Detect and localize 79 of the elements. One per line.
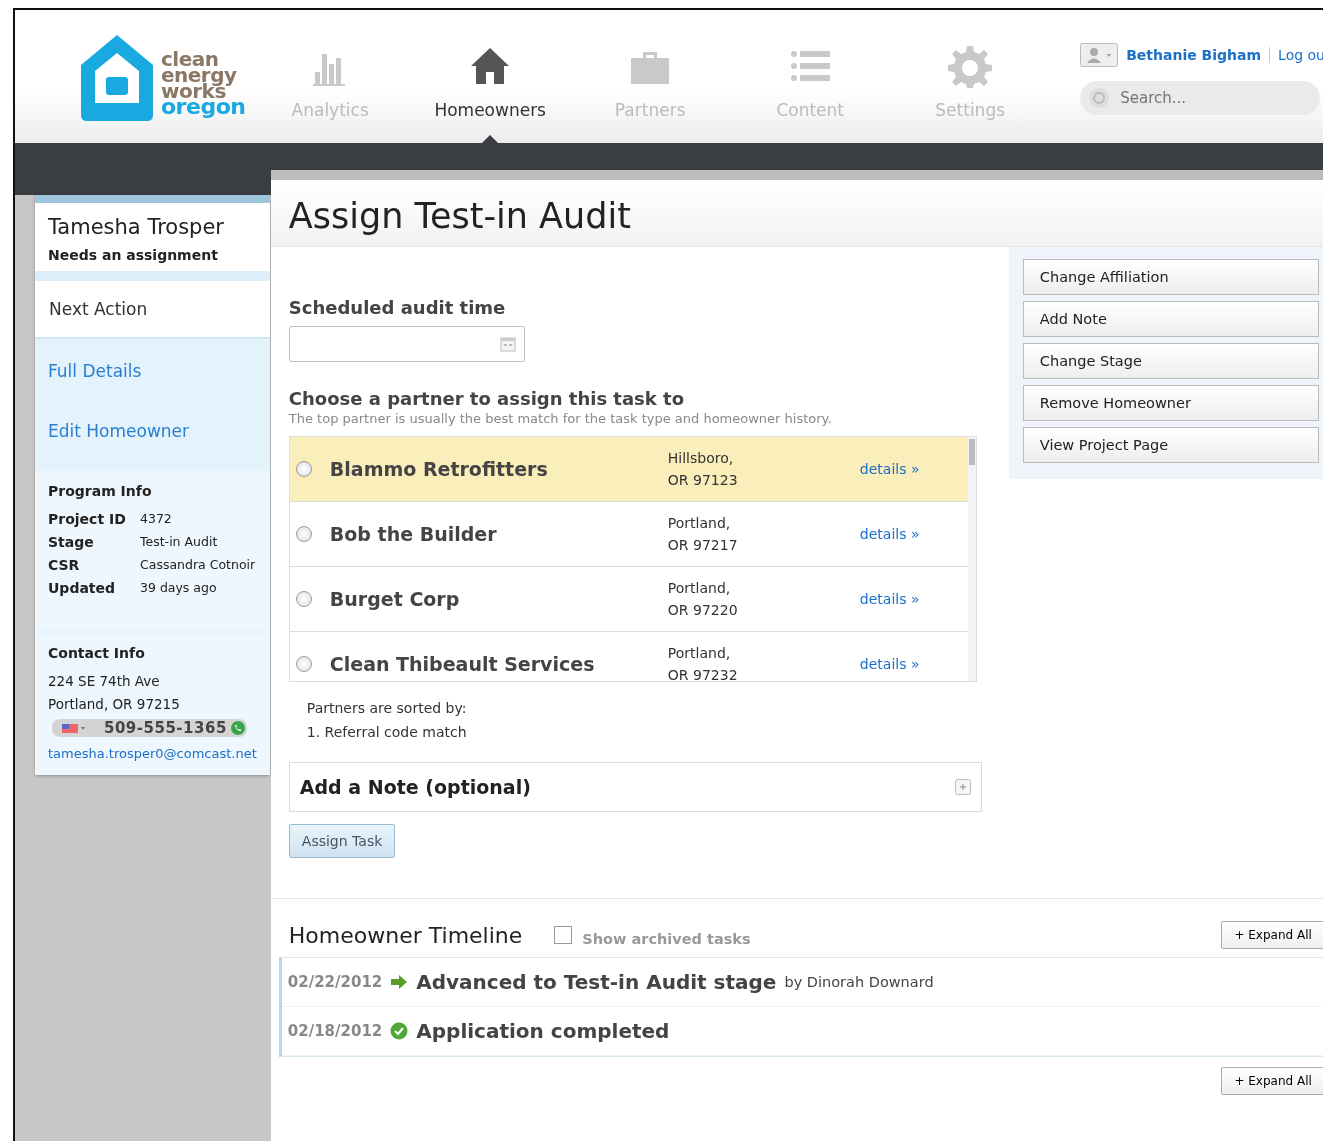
timeline-title: Homeowner Timeline (288, 922, 523, 948)
info-label: Updated (48, 580, 117, 596)
logo-text: clean (161, 50, 220, 67)
partner-row[interactable]: Blammo Retrofitters Hillsboro, OR 97123 details » (289, 437, 968, 502)
info-label: CSR (48, 557, 81, 573)
details-link[interactable]: details » (859, 591, 920, 607)
sidebar-link[interactable]: Edit Homeowner (48, 421, 257, 441)
user-name-link[interactable]: Bethanie Bigham (1126, 47, 1262, 63)
status-text: Needs an assignment (48, 247, 219, 263)
action-button[interactable]: Change Affiliation (1022, 259, 1319, 295)
section-title: Choose a partner to assign this task to (288, 388, 686, 409)
assign-task-button[interactable]: Assign Task (288, 824, 396, 858)
logout-link[interactable]: Log ou (1269, 47, 1323, 63)
phone-number: 509-555-1365 (103, 719, 227, 737)
note-panel[interactable]: Add a Note (optional) (288, 762, 982, 812)
note-title: Add a Note (optional) (299, 776, 531, 798)
info-label: Stage (48, 534, 95, 550)
details-link[interactable]: details » (859, 461, 920, 477)
next-action-link[interactable]: Next Action (35, 281, 270, 339)
timeline-event: Advanced to Test-in Audit stage (416, 970, 777, 994)
field-label: Scheduled audit time (288, 297, 507, 318)
partner-zip: OR 97217 (667, 537, 739, 553)
action-button[interactable]: View Project Page (1022, 427, 1319, 463)
partner-row[interactable]: Bob the Builder Portland, OR 97217 details » (289, 502, 968, 567)
partner-zip: OR 97123 (667, 472, 739, 488)
info-value: Test-in Audit (140, 534, 218, 550)
partner-name: Burget Corp (329, 588, 461, 610)
expand-all-button[interactable]: + Expand All (1221, 1067, 1323, 1095)
section-title: Contact Info (48, 645, 146, 661)
user-avatar-icon[interactable] (1080, 43, 1119, 67)
check-circle-icon (390, 1022, 409, 1040)
partner-name: Blammo Retrofitters (329, 458, 549, 480)
timeline-date: 02/22/2012 (287, 973, 383, 991)
timeline-author: by Dinorah Downard (784, 974, 934, 990)
partner-zip: OR 97220 (667, 602, 739, 618)
checkbox-label: Show archived tasks (582, 931, 751, 947)
partner-row[interactable]: Clean Thibeault Services Portland, OR 97232 details » (289, 632, 968, 681)
info-value: 39 days ago (140, 580, 217, 596)
partner-city: Portland, (667, 580, 732, 596)
email-link[interactable]: tamesha.trosper0@comcast.net (48, 746, 257, 761)
calendar-icon[interactable] (499, 336, 516, 352)
partner-zip: OR 97232 (667, 667, 739, 681)
partner-city: Portland, (667, 645, 732, 661)
radio-button[interactable] (295, 461, 312, 477)
radio-button[interactable] (295, 656, 312, 672)
homeowner-name: Tamesha Trosper (48, 215, 225, 239)
date-input-field[interactable] (288, 326, 525, 362)
radio-button[interactable] (295, 591, 312, 607)
action-button[interactable]: Change Stage (1022, 343, 1319, 379)
expand-all-button[interactable]: + Expand All (1221, 921, 1323, 949)
checkbox[interactable] (554, 926, 573, 944)
partner-name: Clean Thibeault Services (329, 653, 596, 675)
section-title: Program Info (48, 483, 153, 499)
action-button[interactable]: Remove Homeowner (1022, 385, 1319, 421)
details-link[interactable]: details » (859, 526, 920, 542)
scrollbar-thumb[interactable] (968, 439, 975, 465)
timeline-event: Application completed (416, 1019, 670, 1043)
timeline-date: 02/18/2012 (287, 1022, 383, 1040)
details-link[interactable]: details » (859, 656, 920, 672)
sort-note: 1. Referral code match (306, 723, 468, 742)
phone-icon[interactable] (230, 721, 245, 735)
sort-note: Partners are sorted by: (306, 699, 468, 718)
partner-city: Portland, (667, 515, 732, 531)
search-field[interactable]: Search... (1080, 81, 1321, 115)
action-button[interactable]: Add Note (1022, 301, 1319, 337)
radio-button[interactable] (295, 526, 312, 542)
partner-city: Hillsboro, (667, 450, 735, 466)
plus-icon[interactable] (954, 779, 971, 795)
info-value: Cassandra Cotnoir (140, 557, 256, 573)
partner-row[interactable]: Burget Corp Portland, OR 97220 details » (289, 567, 968, 632)
info-label: Project ID (48, 511, 127, 527)
arrow-right-icon (390, 974, 409, 990)
search-icon (1088, 87, 1111, 109)
info-value: 4372 (140, 511, 172, 527)
address-line: Portland, OR 97215 (48, 696, 181, 712)
sidebar-link[interactable]: Full Details (48, 361, 257, 381)
hint-text: The top partner is usually the best match for the task type and homeowner history. (288, 411, 833, 426)
address-line: 224 SE 74th Ave (48, 673, 161, 689)
partner-name: Bob the Builder (329, 523, 498, 545)
